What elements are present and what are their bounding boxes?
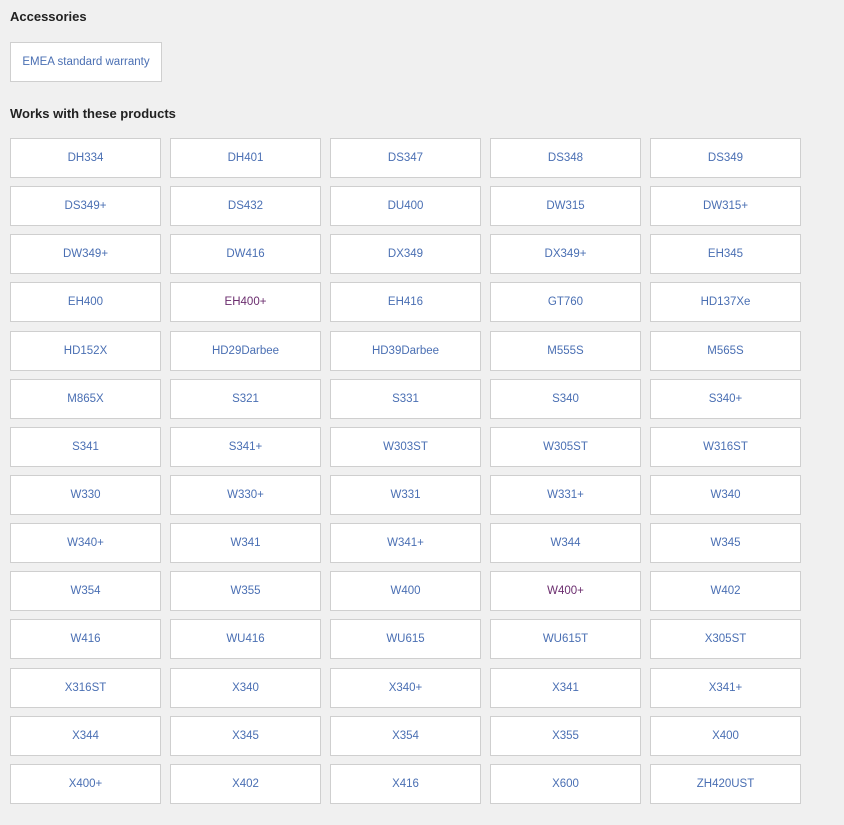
product-link-x341-plus[interactable]: X341+ bbox=[650, 667, 801, 708]
product-link-wu416[interactable]: WU416 bbox=[170, 619, 321, 660]
product-link-hd29darbee[interactable]: HD29Darbee bbox=[170, 330, 321, 371]
product-link-x305st[interactable]: X305ST bbox=[650, 619, 801, 660]
product-link-s341[interactable]: S341 bbox=[10, 426, 161, 467]
product-link-gt760[interactable]: GT760 bbox=[490, 282, 641, 323]
product-link-eh400-plus[interactable]: EH400+ bbox=[170, 282, 321, 323]
product-link-w340[interactable]: W340 bbox=[650, 474, 801, 515]
product-link-dx349-plus[interactable]: DX349+ bbox=[490, 234, 641, 275]
product-link-s340[interactable]: S340 bbox=[490, 378, 641, 419]
product-link-w316st[interactable]: W316ST bbox=[650, 426, 801, 467]
product-link-dw349-plus[interactable]: DW349+ bbox=[10, 234, 161, 275]
product-link-eh416[interactable]: EH416 bbox=[330, 282, 481, 323]
product-link-w355[interactable]: W355 bbox=[170, 571, 321, 612]
product-link-ds432[interactable]: DS432 bbox=[170, 186, 321, 227]
product-link-x600[interactable]: X600 bbox=[490, 763, 641, 804]
product-link-dx349[interactable]: DX349 bbox=[330, 234, 481, 275]
product-link-w331-plus[interactable]: W331+ bbox=[490, 474, 641, 515]
product-link-dw416[interactable]: DW416 bbox=[170, 234, 321, 275]
product-link-dh334[interactable]: DH334 bbox=[10, 138, 161, 178]
product-link-w341-plus[interactable]: W341+ bbox=[330, 523, 481, 564]
product-link-s321[interactable]: S321 bbox=[170, 378, 321, 419]
product-link-hd39darbee[interactable]: HD39Darbee bbox=[330, 330, 481, 371]
product-link-x340[interactable]: X340 bbox=[170, 667, 321, 708]
product-link-x400-plus[interactable]: X400+ bbox=[10, 763, 161, 804]
product-link-s341-plus[interactable]: S341+ bbox=[170, 426, 321, 467]
product-link-m555s[interactable]: M555S bbox=[490, 330, 641, 371]
product-link-x355[interactable]: X355 bbox=[490, 715, 641, 756]
product-link-w416[interactable]: W416 bbox=[10, 619, 161, 660]
product-link-x344[interactable]: X344 bbox=[10, 715, 161, 756]
product-link-w400-plus[interactable]: W400+ bbox=[490, 571, 641, 612]
product-link-ds349[interactable]: DS349 bbox=[650, 138, 801, 178]
product-link-eh345[interactable]: EH345 bbox=[650, 234, 801, 275]
product-link-wu615[interactable]: WU615 bbox=[330, 619, 481, 660]
product-link-x340-plus[interactable]: X340+ bbox=[330, 667, 481, 708]
product-link-du400[interactable]: DU400 bbox=[330, 186, 481, 227]
product-link-w340-plus[interactable]: W340+ bbox=[10, 523, 161, 564]
product-link-ds349-plus[interactable]: DS349+ bbox=[10, 186, 161, 227]
product-link-x345[interactable]: X345 bbox=[170, 715, 321, 756]
product-link-w331[interactable]: W331 bbox=[330, 474, 481, 515]
product-link-ds348[interactable]: DS348 bbox=[490, 138, 641, 178]
product-link-x402[interactable]: X402 bbox=[170, 763, 321, 804]
accessories-heading: Accessories bbox=[10, 9, 87, 24]
product-link-dh401[interactable]: DH401 bbox=[170, 138, 321, 178]
product-link-zh420ust[interactable]: ZH420UST bbox=[650, 763, 801, 804]
compatible-products-grid: DH334 DH401 DS347 DS348 DS349 DS349+ DS432 DU40… bbox=[10, 138, 804, 804]
product-link-w341[interactable]: W341 bbox=[170, 523, 321, 564]
product-link-ds347[interactable]: DS347 bbox=[330, 138, 481, 178]
accessory-link-emea-standard-warranty[interactable]: EMEA standard warranty bbox=[10, 42, 162, 82]
product-link-dw315[interactable]: DW315 bbox=[490, 186, 641, 227]
product-link-hd137xe[interactable]: HD137Xe bbox=[650, 282, 801, 323]
product-link-x354[interactable]: X354 bbox=[330, 715, 481, 756]
product-link-wu615t[interactable]: WU615T bbox=[490, 619, 641, 660]
product-link-x400[interactable]: X400 bbox=[650, 715, 801, 756]
product-link-s340-plus[interactable]: S340+ bbox=[650, 378, 801, 419]
product-link-w345[interactable]: W345 bbox=[650, 523, 801, 564]
product-link-w330-plus[interactable]: W330+ bbox=[170, 474, 321, 515]
product-link-w354[interactable]: W354 bbox=[10, 571, 161, 612]
product-link-eh400[interactable]: EH400 bbox=[10, 282, 161, 323]
product-link-x416[interactable]: X416 bbox=[330, 763, 481, 804]
product-link-m565s[interactable]: M565S bbox=[650, 330, 801, 371]
product-link-m865x[interactable]: M865X bbox=[10, 378, 161, 419]
product-link-w344[interactable]: W344 bbox=[490, 523, 641, 564]
product-link-w330[interactable]: W330 bbox=[10, 474, 161, 515]
product-link-x341[interactable]: X341 bbox=[490, 667, 641, 708]
product-link-w303st[interactable]: W303ST bbox=[330, 426, 481, 467]
product-link-dw315-plus[interactable]: DW315+ bbox=[650, 186, 801, 227]
product-link-s331[interactable]: S331 bbox=[330, 378, 481, 419]
works-with-heading: Works with these products bbox=[10, 106, 176, 121]
product-link-w402[interactable]: W402 bbox=[650, 571, 801, 612]
product-link-hd152x[interactable]: HD152X bbox=[10, 330, 161, 371]
product-link-x316st[interactable]: X316ST bbox=[10, 667, 161, 708]
product-link-w400[interactable]: W400 bbox=[330, 571, 481, 612]
product-link-w305st[interactable]: W305ST bbox=[490, 426, 641, 467]
